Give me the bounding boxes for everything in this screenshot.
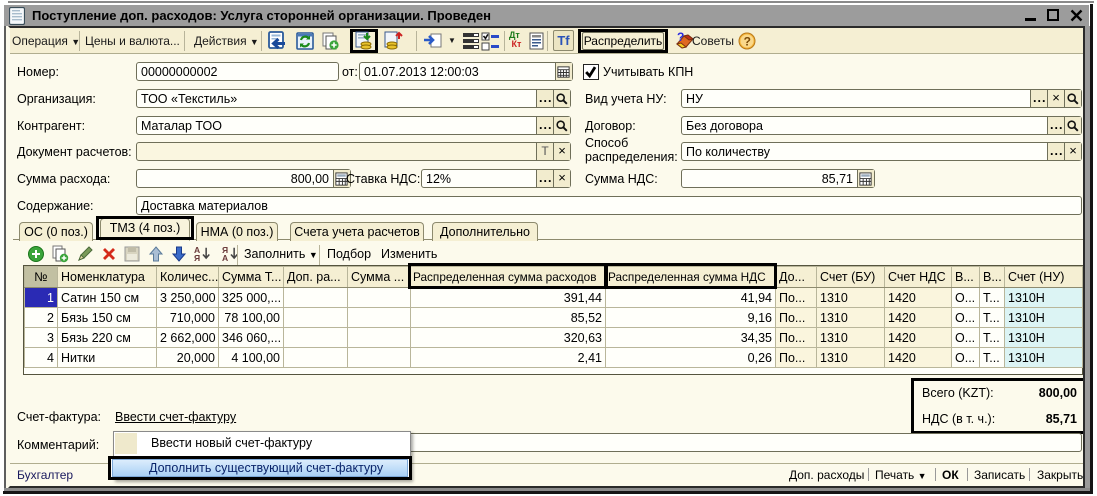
svg-text:Я: Я <box>194 253 200 263</box>
svg-text:?: ? <box>744 35 751 49</box>
svg-text:?: ? <box>677 31 684 44</box>
svg-text:А: А <box>222 253 228 263</box>
